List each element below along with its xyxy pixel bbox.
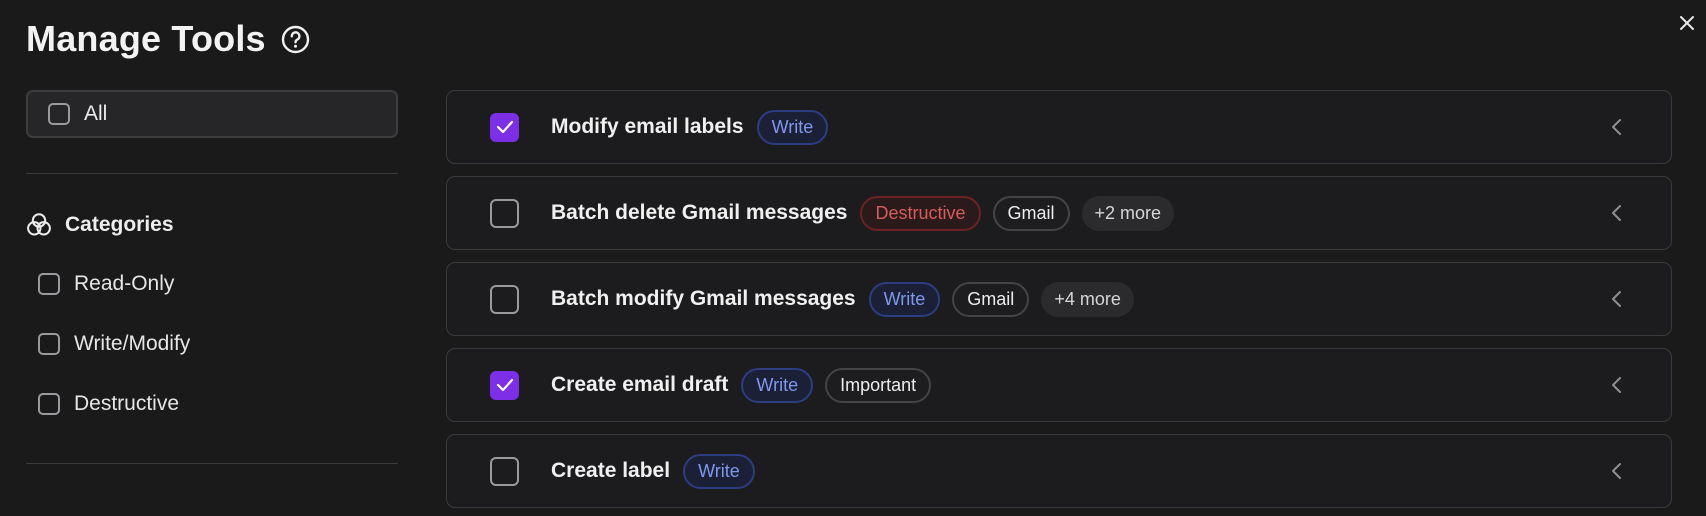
select-all-label: All bbox=[84, 102, 108, 125]
badge-write: Write bbox=[683, 453, 755, 489]
chevron-left-icon[interactable] bbox=[1609, 204, 1625, 222]
page-title: Manage Tools bbox=[26, 18, 266, 59]
tool-checkbox[interactable] bbox=[490, 112, 519, 142]
categories-title: Categories bbox=[65, 213, 174, 236]
category-read-only[interactable]: Read-Only bbox=[38, 272, 174, 296]
tool-checkbox[interactable] bbox=[490, 370, 519, 400]
tool-row-modify-email-labels[interactable]: Modify email labels Write bbox=[446, 90, 1672, 164]
tool-row-create-label[interactable]: Create label Write bbox=[446, 434, 1672, 508]
tool-checkbox[interactable] bbox=[490, 284, 519, 314]
chevron-left-icon[interactable] bbox=[1609, 118, 1625, 136]
tool-name: Create email draft bbox=[551, 373, 729, 396]
badge-more[interactable]: +4 more bbox=[1041, 281, 1134, 317]
tool-badges: Write Important bbox=[741, 367, 943, 403]
chevron-left-icon[interactable] bbox=[1609, 290, 1625, 308]
badge-more[interactable]: +2 more bbox=[1081, 195, 1175, 231]
tool-badges: Write bbox=[756, 109, 841, 145]
badge-destructive: Destructive bbox=[860, 195, 981, 231]
divider bbox=[26, 463, 398, 464]
tool-row-create-email-draft[interactable]: Create email draft Write Important bbox=[446, 348, 1672, 422]
chevron-left-icon[interactable] bbox=[1609, 376, 1625, 394]
badge-write: Write bbox=[741, 367, 814, 403]
checkbox[interactable] bbox=[38, 273, 60, 295]
tool-checkbox[interactable] bbox=[490, 456, 519, 486]
checkbox[interactable] bbox=[48, 103, 70, 125]
close-icon bbox=[1680, 16, 1694, 30]
tool-name: Batch delete Gmail messages bbox=[551, 201, 848, 224]
badge-gmail: Gmail bbox=[952, 281, 1030, 317]
help-icon[interactable] bbox=[281, 25, 310, 54]
tool-name: Modify email labels bbox=[551, 115, 744, 138]
tool-row-batch-delete-gmail-messages[interactable]: Batch delete Gmail messages Destructive … bbox=[446, 176, 1672, 250]
badge-write: Write bbox=[868, 281, 941, 317]
chevron-left-icon[interactable] bbox=[1609, 462, 1625, 480]
tool-badges: Destructive Gmail +2 more bbox=[860, 195, 1186, 231]
page-header: Manage Tools bbox=[26, 18, 310, 60]
badge-gmail: Gmail bbox=[992, 195, 1070, 231]
tool-name: Batch modify Gmail messages bbox=[551, 287, 856, 310]
divider bbox=[26, 173, 398, 174]
tool-badges: Write Gmail +4 more bbox=[868, 281, 1146, 317]
checkbox[interactable] bbox=[38, 393, 60, 415]
tool-row-batch-modify-gmail-messages[interactable]: Batch modify Gmail messages Write Gmail … bbox=[446, 262, 1672, 336]
categories-icon bbox=[26, 212, 52, 238]
category-write-modify[interactable]: Write/Modify bbox=[38, 332, 190, 356]
category-destructive[interactable]: Destructive bbox=[38, 392, 179, 416]
checkbox[interactable] bbox=[38, 333, 60, 355]
tool-badges: Write bbox=[683, 453, 767, 489]
check-icon bbox=[496, 120, 513, 134]
category-label: Destructive bbox=[74, 392, 180, 415]
category-label: Write/Modify bbox=[74, 332, 191, 355]
categories-header: Categories bbox=[26, 212, 174, 238]
select-all-checkbox[interactable]: All bbox=[26, 90, 398, 138]
tool-name: Create label bbox=[551, 459, 671, 482]
check-icon bbox=[496, 378, 513, 392]
badge-important: Important bbox=[825, 367, 932, 403]
category-label: Read-Only bbox=[74, 272, 175, 295]
close-button[interactable] bbox=[1676, 12, 1698, 34]
manage-tools-panel: Manage Tools All Categories Read-Only Wr… bbox=[0, 0, 1706, 516]
tool-checkbox[interactable] bbox=[490, 198, 519, 228]
badge-write: Write bbox=[756, 109, 829, 145]
